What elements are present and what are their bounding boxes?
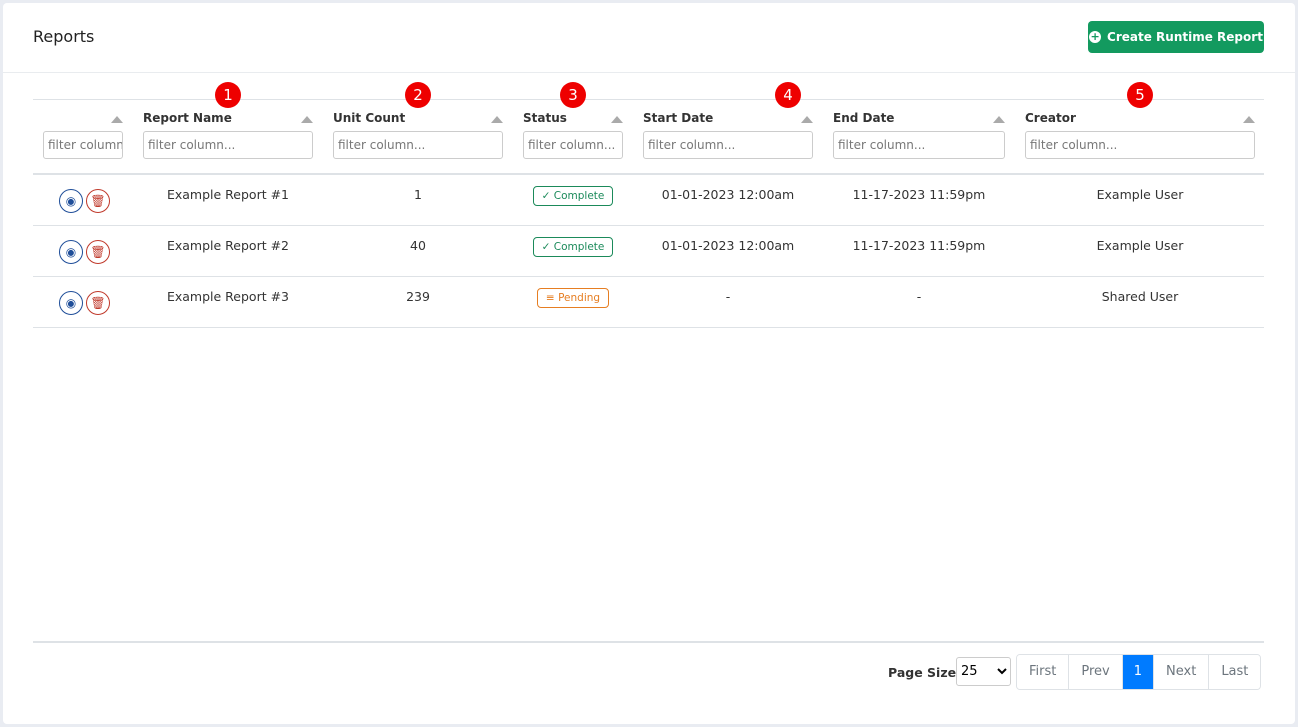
table-row: ◉ 🗑 Example Report #3 239 ≡ Pending - - Shared … <box>33 277 1264 328</box>
status-text: Pending <box>558 292 601 304</box>
delete-report-trash-icon[interactable]: 🗑 <box>86 291 110 315</box>
cell-end: 11-17-2023 11:59pm <box>852 238 986 253</box>
status-text: Complete <box>553 190 605 202</box>
filter-input-end-date[interactable]: filter column... <box>833 131 1005 159</box>
annotation-badge: 1 <box>215 82 241 108</box>
first-page-button[interactable]: First <box>1017 655 1070 689</box>
status-badge: ✓ Complete <box>532 186 614 206</box>
sort-asc-icon[interactable] <box>491 116 503 123</box>
column-header-creator[interactable]: Creator <box>1025 111 1076 125</box>
filter-placeholder: filter column... <box>648 138 736 152</box>
cell-creator: Shared User <box>1101 289 1179 304</box>
filter-input-status[interactable]: filter column... <box>523 131 623 159</box>
last-page-button[interactable]: Last <box>1209 655 1261 689</box>
delete-report-trash-icon[interactable]: 🗑 <box>86 189 110 213</box>
cell-creator: Example User <box>1096 238 1184 253</box>
cell-name: Example Report #3 <box>166 289 290 304</box>
sort-asc-icon[interactable] <box>993 116 1005 123</box>
cell-name: Example Report #1 <box>166 187 290 202</box>
delete-report-trash-icon[interactable]: 🗑 <box>86 240 110 264</box>
cell-start: 01-01-2023 12:00am <box>661 187 795 202</box>
sort-asc-icon[interactable] <box>1243 116 1255 123</box>
filter-input-actions[interactable]: filter column... <box>43 131 123 159</box>
column-header-report-name[interactable]: Report Name <box>143 111 232 125</box>
cell-count: 40 <box>410 238 426 253</box>
cell-end: 11-17-2023 11:59pm <box>852 187 986 202</box>
page-title: Reports <box>33 27 95 46</box>
view-report-eye-icon[interactable]: ◉ <box>59 189 83 213</box>
sort-asc-icon[interactable] <box>111 116 123 123</box>
table-row: ◉ 🗑 Example Report #1 1 ✓ Complete 01-01-2023… <box>33 175 1264 226</box>
column-header-status[interactable]: Status <box>523 111 567 125</box>
filter-placeholder: filter column... <box>838 138 926 152</box>
divider <box>33 641 1264 643</box>
cell-start: 01-01-2023 12:00am <box>661 238 795 253</box>
sort-asc-icon[interactable] <box>801 116 813 123</box>
cell-end: - <box>916 289 922 304</box>
column-header-start-date[interactable]: Start Date <box>643 111 713 125</box>
filter-placeholder: filter column... <box>48 138 123 152</box>
view-report-eye-icon[interactable]: ◉ <box>59 240 83 264</box>
sort-asc-icon[interactable] <box>301 116 313 123</box>
page-size-select[interactable]: 25 <box>956 657 1011 686</box>
check-icon: ✓ <box>541 241 551 253</box>
prev-page-button[interactable]: Prev <box>1069 655 1123 689</box>
create-label: Create Runtime Report <box>1107 30 1263 44</box>
check-icon: ✓ <box>541 190 551 202</box>
plus-circle-icon: + <box>1089 30 1102 43</box>
column-header-end-date[interactable]: End Date <box>833 111 894 125</box>
table-row: ◉ 🗑 Example Report #2 40 ✓ Complete 01-01-202… <box>33 226 1264 277</box>
page-size-label: Page Size <box>888 665 957 680</box>
next-page-button[interactable]: Next <box>1154 655 1210 689</box>
cell-count: 239 <box>406 289 430 304</box>
filter-input-report-name[interactable]: filter column... <box>143 131 313 159</box>
annotation-badge: 5 <box>1127 82 1153 108</box>
filter-input-unit-count[interactable]: filter column... <box>333 131 503 159</box>
list-icon: ≡ <box>545 292 555 304</box>
filter-placeholder: filter column... <box>338 138 426 152</box>
cell-creator: Example User <box>1096 187 1184 202</box>
sort-asc-icon[interactable] <box>611 116 623 123</box>
card-header: Reports + Create Runtime Report <box>3 3 1295 73</box>
reports-card: Reports + Create Runtime Report filter co… <box>3 3 1295 724</box>
filter-placeholder: filter column... <box>1030 138 1118 152</box>
filter-input-start-date[interactable]: filter column... <box>643 131 813 159</box>
create-runtime-report-button[interactable]: + Create Runtime Report <box>1088 21 1264 53</box>
column-header-unit-count[interactable]: Unit Count <box>333 111 405 125</box>
cell-name: Example Report #2 <box>166 238 290 253</box>
status-badge: ✓ Complete <box>532 237 614 257</box>
cell-count: 1 <box>414 187 422 202</box>
pagination: First Prev 1 Next Last <box>1016 654 1262 690</box>
filter-input-creator[interactable]: filter column... <box>1025 131 1255 159</box>
page-1-button[interactable]: 1 <box>1122 655 1155 689</box>
status-badge: ≡ Pending <box>536 288 610 308</box>
filter-placeholder: filter column... <box>148 138 236 152</box>
status-text: Complete <box>553 241 605 253</box>
cell-start: - <box>725 289 731 304</box>
annotation-badge: 4 <box>775 82 801 108</box>
annotation-badge: 3 <box>560 82 586 108</box>
filter-placeholder: filter column... <box>528 138 616 152</box>
annotation-badge: 2 <box>405 82 431 108</box>
view-report-eye-icon[interactable]: ◉ <box>59 291 83 315</box>
